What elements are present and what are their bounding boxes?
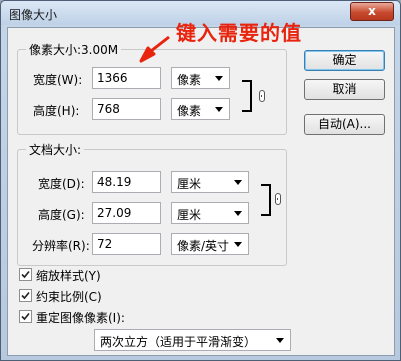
constrain-link-bracket	[242, 80, 252, 112]
chevron-down-icon	[234, 180, 242, 185]
auto-button[interactable]: 自动(A)...	[304, 114, 385, 135]
pixel-height-label: 高度(H):	[33, 104, 80, 118]
pixel-height-unit-select[interactable]: 像素	[171, 98, 230, 120]
checkmark-icon	[21, 291, 30, 300]
chevron-down-icon	[215, 76, 223, 81]
pixel-width-unit-select[interactable]: 像素	[171, 67, 230, 89]
document-size-title: 文档大小:	[26, 141, 85, 158]
doc-height-input[interactable]: 27.09	[92, 202, 161, 224]
dialog-title: 图像大小	[9, 8, 58, 22]
constrain-proportions-label[interactable]: 约束比例(C)	[36, 288, 102, 305]
checkmark-icon	[21, 270, 30, 279]
resample-method-select[interactable]: 两次立方（适用于平滑渐变）	[94, 329, 291, 351]
doc-height-unit-value: 厘米	[177, 208, 202, 222]
constrain-link-bracket	[261, 184, 271, 216]
annotation-text: 键入需要的值	[176, 21, 302, 45]
scale-styles-checkbox[interactable]	[19, 268, 32, 281]
resolution-input[interactable]: 72	[92, 233, 161, 255]
constrain-proportions-checkbox[interactable]	[19, 289, 32, 302]
link-chain-icon	[259, 90, 265, 102]
pixel-width-unit-value: 像素	[177, 73, 202, 87]
chevron-down-icon	[234, 211, 242, 216]
pixel-width-input[interactable]: 1366	[92, 67, 161, 89]
scale-styles-label[interactable]: 缩放样式(Y)	[36, 267, 101, 284]
chevron-down-icon	[276, 338, 284, 343]
doc-width-unit-select[interactable]: 厘米	[171, 171, 249, 193]
resample-method-value: 两次立方（适用于平滑渐变）	[100, 335, 257, 349]
chevron-down-icon	[215, 107, 223, 112]
image-size-dialog: 图像大小 x 像素大小:3.00M 宽度(W): 1366 像素 高度(H): …	[0, 0, 401, 361]
checkmark-icon	[21, 312, 30, 321]
resample-label[interactable]: 重定图像像素(I):	[36, 309, 125, 326]
dialog-client: 像素大小:3.00M 宽度(W): 1366 像素 高度(H): 768 像素 …	[7, 27, 395, 356]
doc-height-label: 高度(G):	[38, 208, 85, 222]
doc-width-input[interactable]: 48.19	[92, 171, 161, 193]
link-chain-icon	[275, 193, 281, 205]
pixel-height-input[interactable]: 768	[92, 98, 161, 120]
doc-width-label: 宽度(D):	[38, 177, 85, 191]
chevron-down-icon	[234, 242, 242, 247]
doc-height-unit-select[interactable]: 厘米	[171, 202, 249, 224]
pixel-dimensions-title: 像素大小:3.00M	[26, 41, 122, 58]
document-size-group: 文档大小: 宽度(D): 48.19 厘米 高度(G): 27.09 厘米 分辨…	[17, 141, 287, 266]
ok-button[interactable]: 确定	[304, 50, 385, 71]
resolution-label: 分辨率(R):	[32, 239, 90, 253]
pixel-width-label: 宽度(W):	[33, 73, 83, 87]
cancel-button[interactable]: 取消	[304, 79, 385, 100]
doc-width-unit-value: 厘米	[177, 177, 202, 191]
resolution-unit-value: 像素/英寸	[177, 239, 230, 253]
red-arrow-icon	[139, 35, 170, 63]
resample-checkbox[interactable]	[19, 310, 32, 323]
resolution-unit-select[interactable]: 像素/英寸	[171, 233, 249, 255]
close-button[interactable]: x	[350, 2, 394, 21]
pixel-height-unit-value: 像素	[177, 104, 202, 118]
